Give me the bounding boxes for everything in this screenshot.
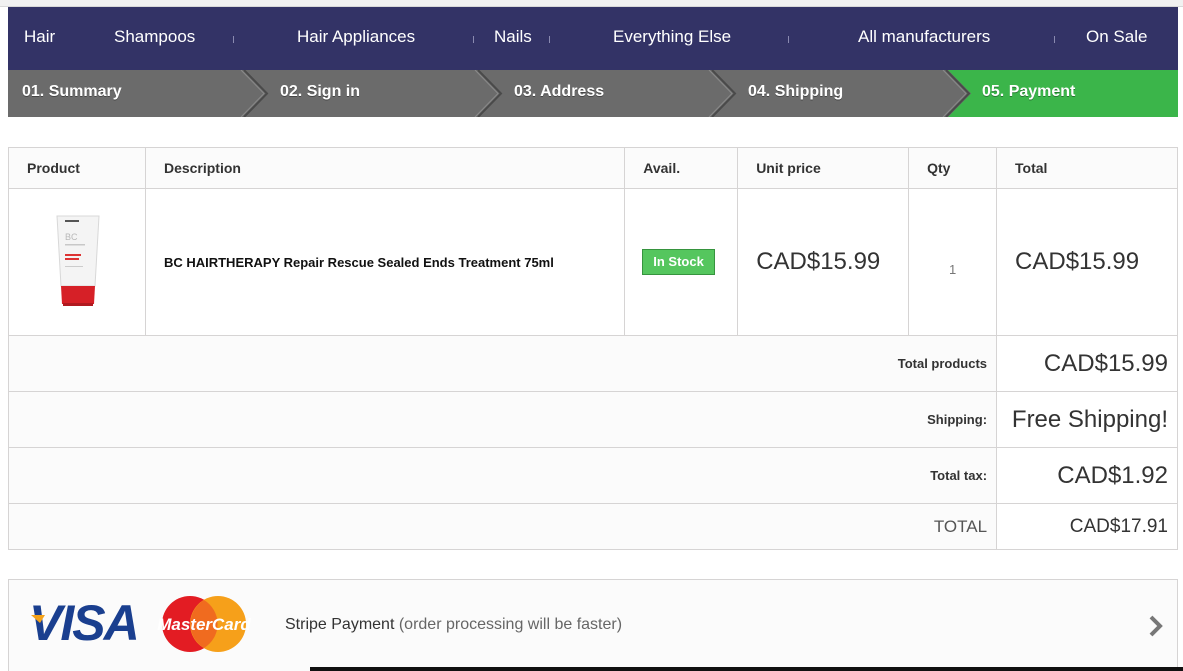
chevron-right-icon[interactable] [1147,614,1165,638]
nav-separator [788,36,789,43]
step-address[interactable]: 03. Address [480,70,712,117]
availability-cell: In Stock [624,188,739,336]
total-products-label: Total products [7,335,998,392]
nav-item-shampoos[interactable]: Shampoos [114,7,195,70]
header-avail: Avail. [624,147,739,189]
payment-method-name: Stripe Payment [285,616,395,633]
step-payment-label: 05. Payment [982,83,1076,100]
payment-method-text: Stripe Payment (order processing will be… [285,616,622,634]
step-summary-label: 01. Summary [22,83,122,100]
nav-separator [1054,36,1055,43]
total-products-value: CAD$15.99 [996,335,1178,392]
header-qty: Qty [908,147,998,189]
nav-separator [549,36,550,43]
stripe-payment-option[interactable]: VISA MasterCard Stripe Payment (order pr… [8,579,1178,671]
header-unit-price: Unit price [737,147,910,189]
svg-text:BC: BC [65,232,78,242]
nav-item-hair[interactable]: Hair [24,7,55,70]
card-logos: VISA MasterCard [29,595,251,652]
nav-item-hair-appliances[interactable]: Hair Appliances [297,7,415,70]
table-header-row: Product Description Avail. Unit price Qt… [8,147,1178,189]
nav-item-all-manufacturers[interactable]: All manufacturers [858,7,990,70]
step-sign-in-label: 02. Sign in [280,83,361,100]
grand-total-label: TOTAL [7,503,998,550]
status-badge: In Stock [642,249,715,275]
shipping-value: Free Shipping! [996,391,1178,448]
header-description: Description [144,147,626,189]
product-description[interactable]: BC HAIRTHERAPY Repair Rescue Sealed Ends… [144,188,626,336]
nav-separator [473,36,474,43]
checkout-steps: 01. Summary 02. Sign in 03. Address 04. … [8,70,1178,117]
step-payment: 05. Payment [948,70,1178,117]
payment-method-note: (order processing will be faster) [398,616,623,633]
tax-value: CAD$1.92 [996,447,1178,504]
step-shipping[interactable]: 04. Shipping [714,70,946,117]
product-image-cell: BC [8,188,146,336]
grand-total-row: TOTAL CAD$17.91 [7,503,1178,550]
cart-summary-table: Product Description Avail. Unit price Qt… [7,147,1178,550]
step-summary[interactable]: 01. Summary [8,70,244,117]
tax-row: Total tax: CAD$1.92 [7,447,1178,504]
product-image[interactable]: BC [29,210,127,314]
total-products-row: Total products CAD$15.99 [7,335,1178,392]
nav-separator [233,36,234,43]
line-total: CAD$15.99 [996,188,1178,336]
header-total: Total [996,147,1178,189]
mastercard-logo-icon: MasterCard [157,596,251,652]
browser-bottom-edge [310,667,1183,671]
nav-item-on-sale[interactable]: On Sale [1086,7,1147,70]
quantity-value: 1 [908,188,998,336]
table-row: BC BC HAIRTHERAPY Repair Rescue Sealed E… [8,188,1178,336]
nav-item-nails[interactable]: Nails [494,7,532,70]
step-shipping-label: 04. Shipping [748,83,844,100]
browser-top-edge [0,0,1183,7]
visa-logo-icon: VISA [29,595,138,651]
category-nav: Hair Shampoos Hair Appliances Nails Ever… [8,7,1178,70]
nav-item-everything-else[interactable]: Everything Else [613,7,731,70]
unit-price: CAD$15.99 [737,188,910,336]
grand-total-value: CAD$17.91 [996,503,1178,550]
svg-text:MasterCard: MasterCard [157,615,251,634]
step-sign-in[interactable]: 02. Sign in [246,70,478,117]
shipping-row: Shipping: Free Shipping! [7,391,1178,448]
tax-label: Total tax: [7,447,998,504]
shipping-label: Shipping: [7,391,998,448]
header-product: Product [8,147,146,189]
step-address-label: 03. Address [514,83,605,100]
product-tube-icon: BC [29,210,127,314]
